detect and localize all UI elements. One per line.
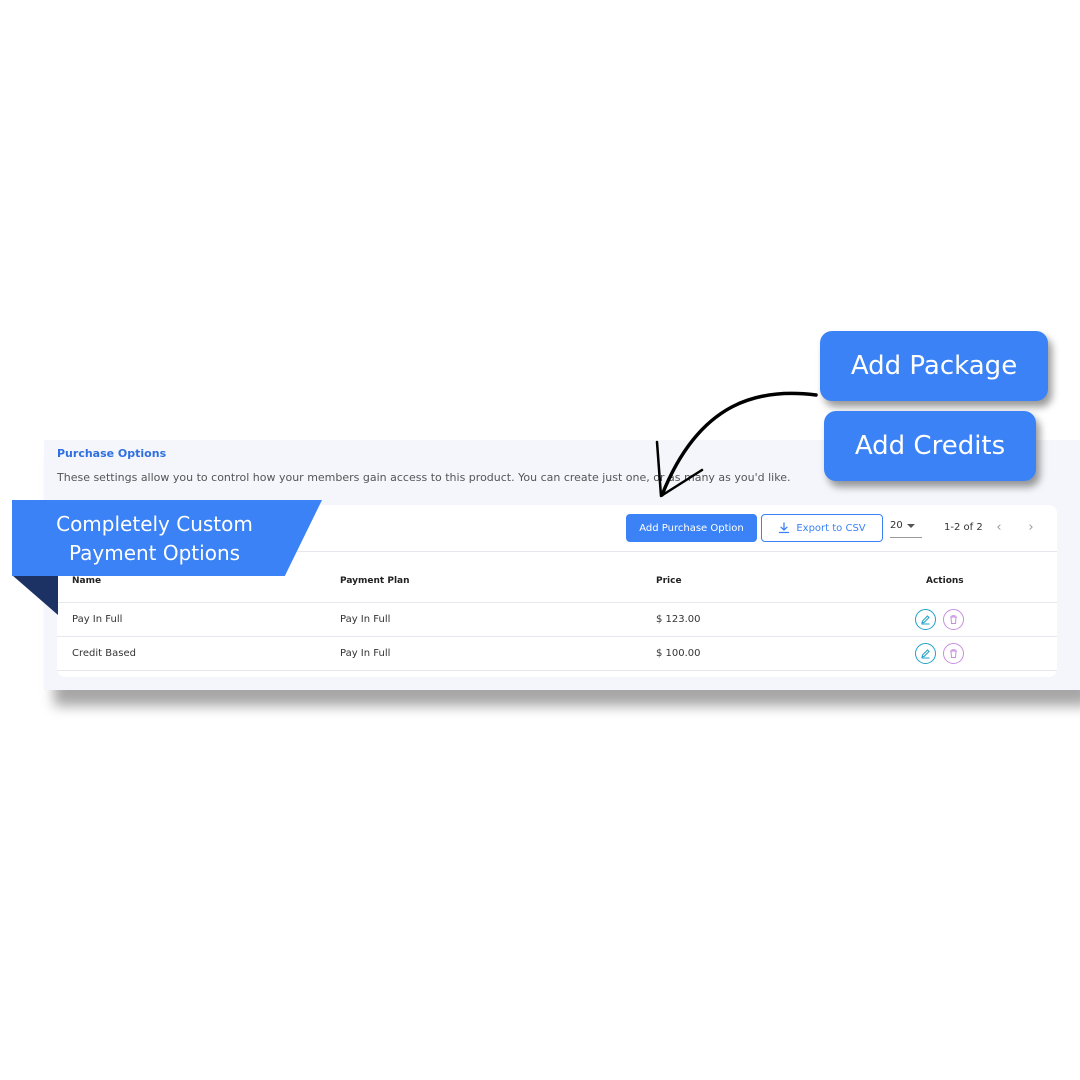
add-credits-badge: Add Credits (824, 411, 1036, 481)
trash-icon (950, 615, 957, 624)
pagination-range: 1-2 of 2 (944, 522, 983, 533)
table-row: Credit Based Pay In Full $ 100.00 (57, 636, 1057, 670)
chevron-right-icon[interactable]: › (1023, 518, 1039, 536)
column-header-payment-plan: Payment Plan (340, 576, 410, 586)
curved-arrow-icon (655, 391, 818, 498)
table-bottom-border (57, 670, 1057, 671)
export-csv-button[interactable]: Export to CSV (761, 514, 883, 542)
edit-button[interactable] (915, 643, 936, 664)
callout-line-2: Payment Options (68, 541, 241, 565)
download-icon (779, 522, 790, 534)
callout-line-1: Completely Custom (56, 512, 253, 536)
delete-button[interactable] (943, 609, 964, 630)
trash-icon (950, 649, 957, 658)
pencil-icon (921, 615, 930, 625)
cell-payment-plan: Pay In Full (340, 614, 391, 625)
callout-text: Completely Custom Payment Options (12, 510, 297, 568)
export-csv-label: Export to CSV (796, 522, 866, 534)
add-package-badge: Add Package (820, 331, 1048, 401)
cell-name: Credit Based (72, 648, 136, 659)
section-title: Purchase Options (57, 447, 167, 460)
rows-per-page-select[interactable]: 20 (890, 520, 922, 538)
table-row: Pay In Full Pay In Full $ 123.00 (57, 602, 1057, 636)
rows-per-page-value: 20 (890, 520, 903, 531)
pencil-icon (921, 649, 930, 659)
chevron-left-icon[interactable]: ‹ (991, 518, 1007, 536)
ribbon-fold (12, 575, 58, 615)
delete-button[interactable] (943, 643, 964, 664)
column-header-name: Name (72, 576, 102, 586)
cell-price: $ 123.00 (656, 614, 701, 625)
cell-name: Pay In Full (72, 614, 123, 625)
column-header-actions: Actions (926, 576, 964, 586)
column-header-price: Price (656, 576, 682, 586)
cell-payment-plan: Pay In Full (340, 648, 391, 659)
dropdown-caret-icon (906, 524, 915, 528)
edit-button[interactable] (915, 609, 936, 630)
cell-price: $ 100.00 (656, 648, 701, 659)
add-purchase-option-button[interactable]: Add Purchase Option (626, 514, 757, 542)
